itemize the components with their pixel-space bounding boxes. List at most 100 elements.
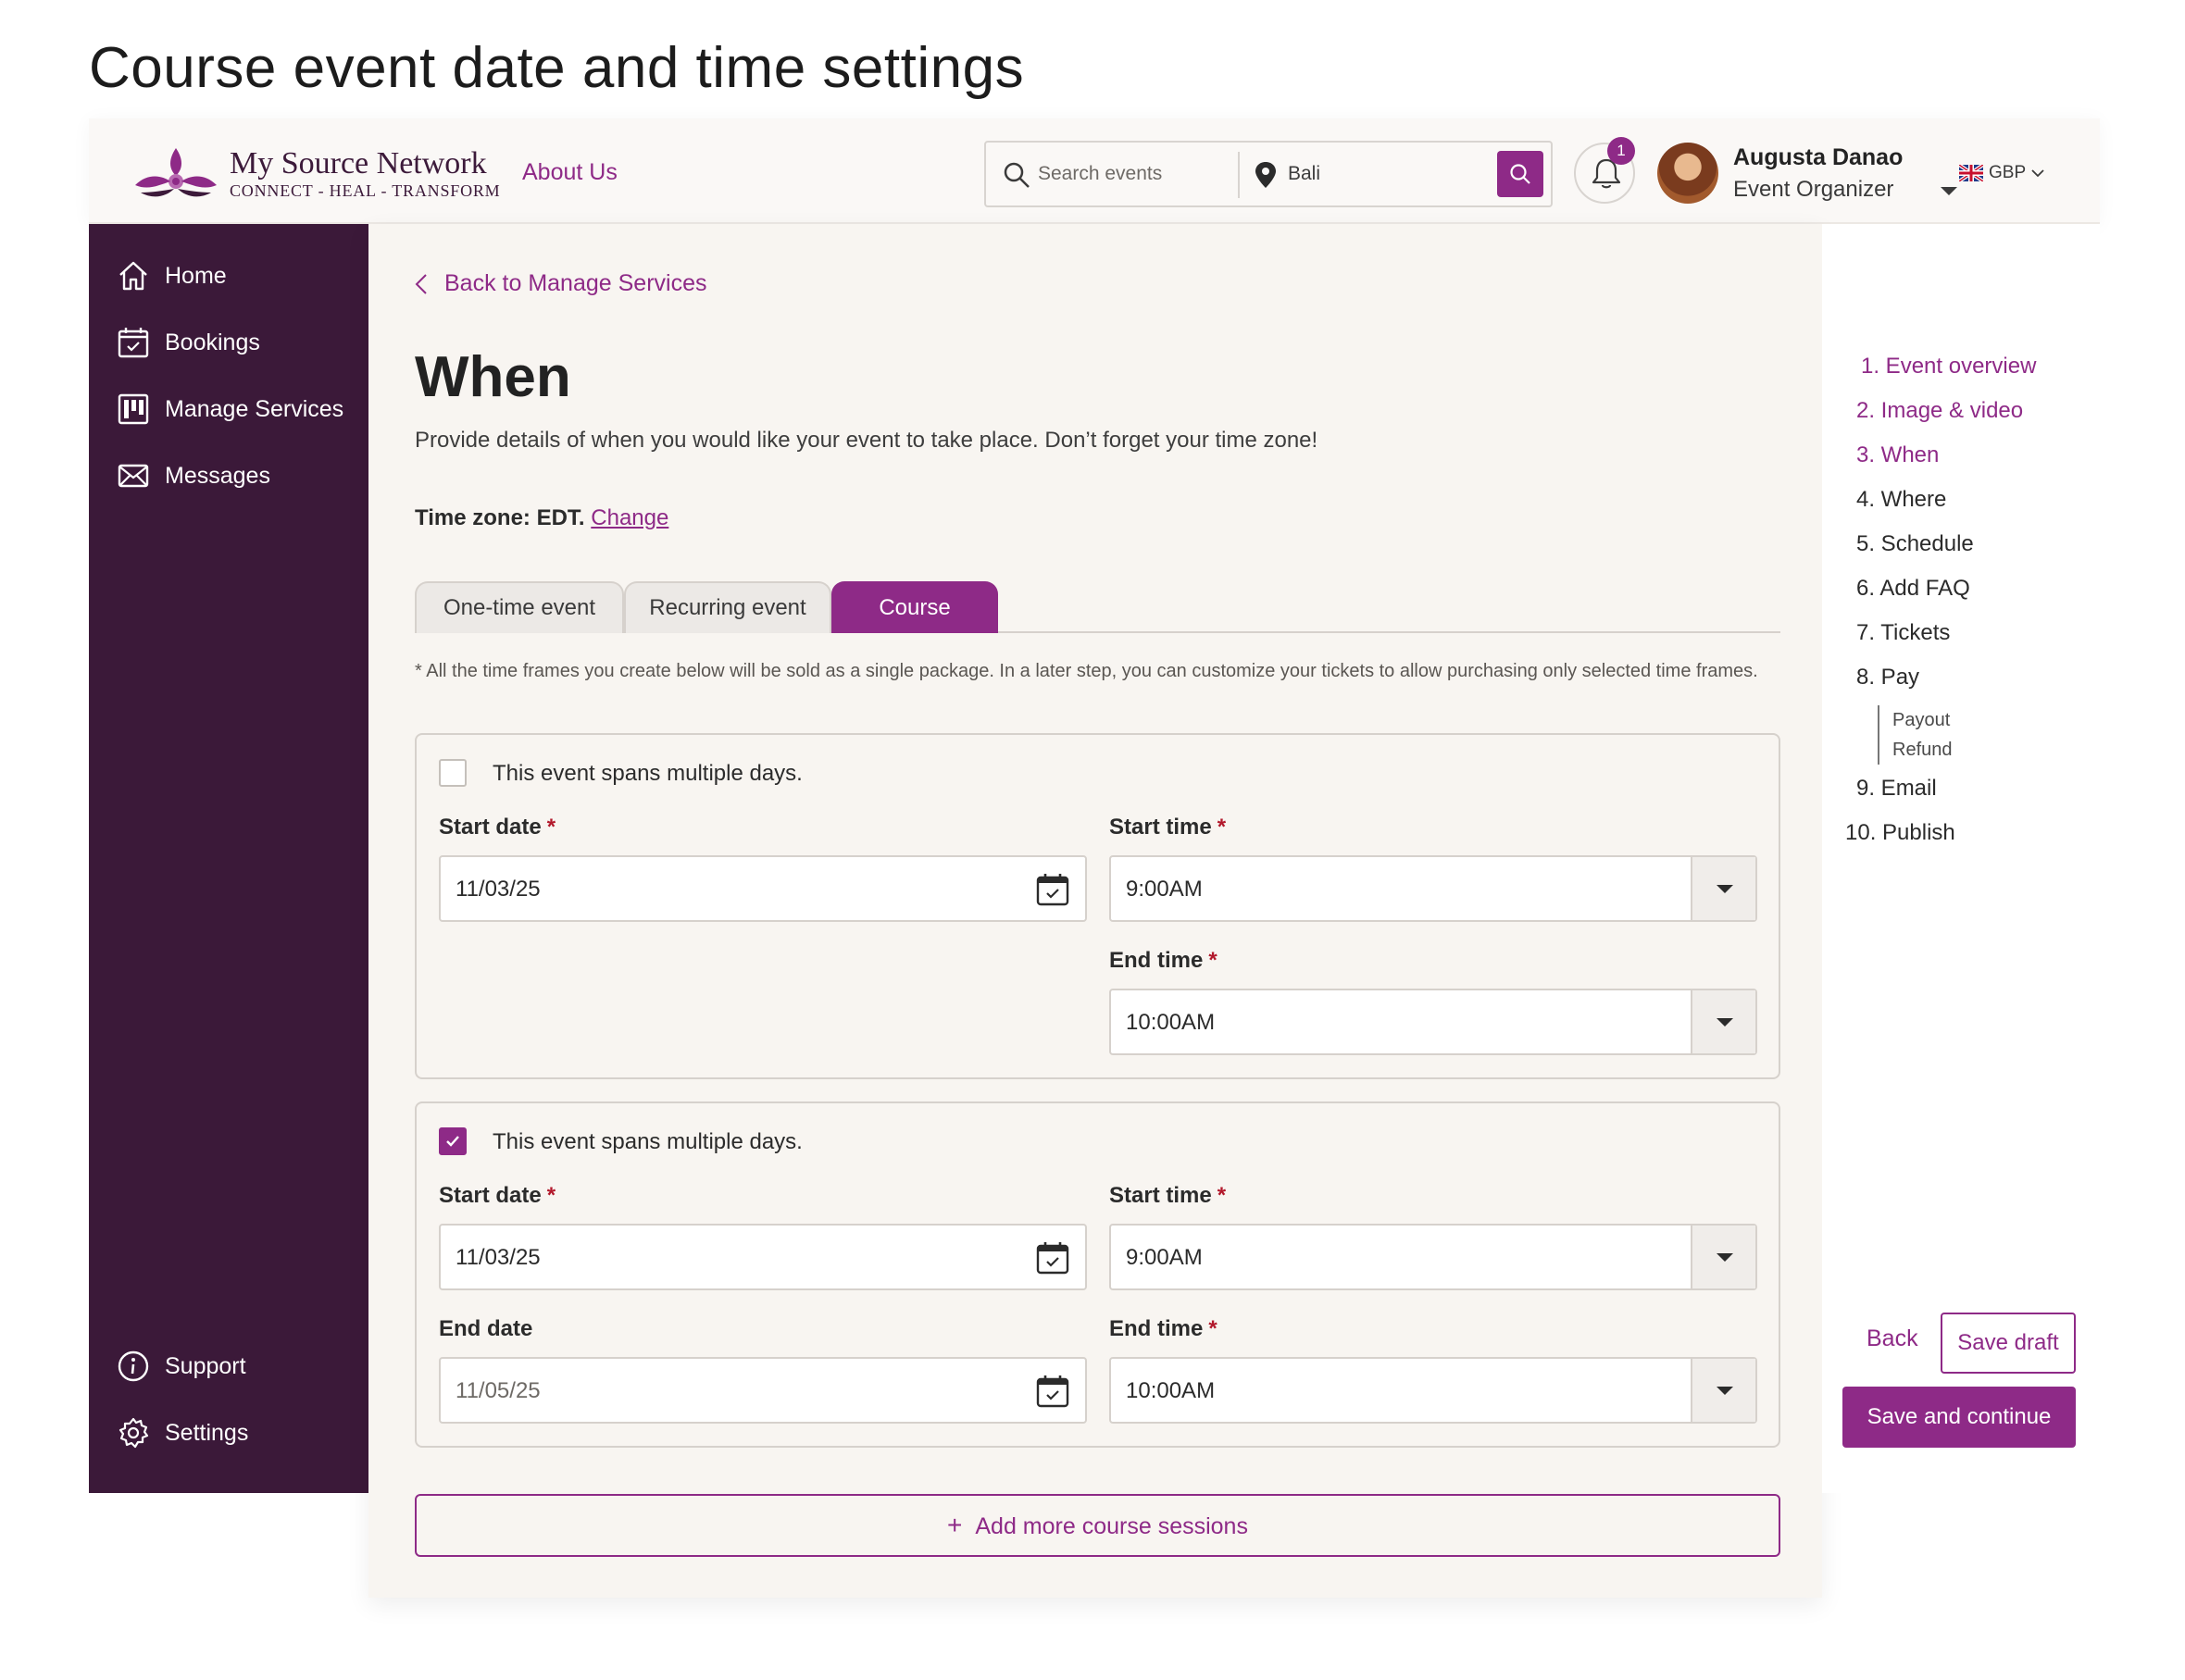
end-time-value: 10:00AM — [1126, 1378, 1216, 1403]
about-us-link[interactable]: About Us — [522, 159, 618, 186]
substep-refund[interactable]: Refund — [1892, 735, 1953, 765]
start-date-label: Start date * — [439, 1183, 556, 1208]
end-date-field[interactable]: 11/05/25 — [439, 1357, 1087, 1424]
info-icon — [118, 1350, 149, 1382]
plus-icon: + — [947, 1511, 963, 1539]
notification-badge: 1 — [1607, 137, 1635, 165]
step-pay[interactable]: 8. Pay — [1856, 665, 1919, 691]
search-icon — [1510, 164, 1530, 184]
caret-down-icon[interactable] — [1941, 187, 1957, 195]
dropdown-caret-icon[interactable] — [1691, 990, 1755, 1053]
main-content: Back to Manage Services When Provide det… — [368, 224, 1822, 1598]
step-schedule[interactable]: 5. Schedule — [1856, 531, 1974, 557]
sidebar-item-label: Bookings — [165, 329, 260, 355]
event-type-tabs: One-time event Recurring event Course — [415, 581, 1780, 633]
page-subtitle: Provide details of when you would like y… — [415, 428, 1318, 453]
avatar[interactable] — [1657, 143, 1718, 204]
page-title: When — [415, 345, 571, 409]
add-course-sessions-button[interactable]: + Add more course sessions — [415, 1494, 1780, 1557]
save-draft-button[interactable]: Save draft — [1941, 1313, 2076, 1374]
sidebar-item-label: Settings — [165, 1419, 249, 1446]
course-session-card: This event spans multiple days. Start da… — [415, 1101, 1780, 1448]
save-and-continue-button[interactable]: Save and continue — [1842, 1387, 2076, 1448]
substep-payout[interactable]: Payout — [1892, 705, 1953, 735]
back-button[interactable]: Back — [1867, 1325, 1918, 1352]
multiple-days-label: This event spans multiple days. — [493, 761, 803, 786]
start-time-label: Start time * — [1109, 1183, 1227, 1208]
start-time-label: Start time * — [1109, 815, 1227, 840]
sidebar-item-bookings[interactable]: Bookings — [117, 324, 260, 361]
sidebar-item-messages[interactable]: Messages — [117, 457, 270, 494]
multiple-days-checkbox[interactable] — [439, 1127, 467, 1155]
chevron-down-icon — [2031, 169, 2044, 178]
step-event-overview[interactable]: 1. Event overview — [1861, 354, 2036, 380]
timezone-info: Time zone: EDT. Change — [415, 505, 668, 531]
step-tickets[interactable]: 7. Tickets — [1856, 620, 1950, 646]
search-icon — [1004, 162, 1030, 188]
calendar-check-icon[interactable] — [1035, 1240, 1070, 1276]
end-time-select[interactable]: 10:00AM — [1109, 989, 1757, 1055]
end-time-select[interactable]: 10:00AM — [1109, 1357, 1757, 1424]
step-publish[interactable]: 10. Publish — [1845, 820, 1955, 846]
timezone-label: Time zone: EDT. — [415, 505, 585, 530]
user-name[interactable]: Augusta Danao — [1733, 144, 1903, 171]
user-role[interactable]: Event Organizer — [1733, 177, 1893, 203]
logo[interactable]: My Source Network CONNECT - HEAL - TRANS… — [131, 144, 501, 204]
calendar-check-icon[interactable] — [1035, 872, 1070, 907]
add-sessions-label: Add more course sessions — [975, 1513, 1248, 1539]
tab-one-time-event[interactable]: One-time event — [415, 581, 624, 633]
step-image-video[interactable]: 2. Image & video — [1856, 398, 2023, 424]
start-date-field[interactable]: 11/03/25 — [439, 1224, 1087, 1290]
uk-flag-icon — [1959, 165, 1983, 181]
lotus-logo-icon — [135, 148, 217, 197]
pay-substeps: Payout Refund — [1878, 705, 1953, 765]
sidebar: Home Bookings Manage Services Messages S… — [89, 224, 368, 1493]
calendar-icon — [118, 328, 149, 358]
start-date-value: 11/03/25 — [456, 877, 541, 902]
end-time-label: End time * — [1109, 948, 1217, 973]
logo-tagline: CONNECT - HEAL - TRANSFORM — [230, 180, 501, 200]
change-timezone-link[interactable]: Change — [591, 505, 668, 530]
multiple-days-label: This event spans multiple days. — [493, 1129, 803, 1154]
sidebar-item-label: Messages — [165, 462, 270, 489]
sidebar-item-label: Manage Services — [165, 395, 344, 422]
location-input[interactable]: Bali — [1288, 163, 1320, 185]
search-button[interactable] — [1497, 151, 1543, 197]
step-email[interactable]: 9. Email — [1856, 776, 1937, 802]
location-pin-icon — [1255, 162, 1276, 188]
start-time-select[interactable]: 9:00AM — [1109, 1224, 1757, 1290]
start-date-field[interactable]: 11/03/25 — [439, 855, 1087, 922]
sidebar-item-manage-services[interactable]: Manage Services — [117, 391, 343, 428]
back-link-label: Back to Manage Services — [444, 270, 707, 296]
calendar-check-icon[interactable] — [1035, 1374, 1070, 1409]
step-add-faq[interactable]: 6. Add FAQ — [1856, 576, 1970, 602]
start-time-select[interactable]: 9:00AM — [1109, 855, 1757, 922]
gear-icon — [119, 1417, 149, 1449]
search-input[interactable]: Search events — [1038, 163, 1162, 185]
start-time-value: 9:00AM — [1126, 877, 1203, 902]
logo-name: My Source Network — [230, 145, 487, 180]
sidebar-item-settings[interactable]: Settings — [117, 1414, 248, 1451]
dropdown-caret-icon[interactable] — [1691, 1226, 1755, 1288]
search-divider — [1238, 152, 1240, 198]
tab-recurring-event[interactable]: Recurring event — [624, 581, 831, 633]
dropdown-caret-icon[interactable] — [1691, 1359, 1755, 1422]
step-where[interactable]: 4. Where — [1856, 487, 1946, 513]
start-time-value: 9:00AM — [1126, 1245, 1203, 1270]
currency-selector[interactable]: GBP — [1959, 163, 2044, 183]
sidebar-item-support[interactable]: Support — [117, 1348, 246, 1385]
home-icon — [119, 261, 147, 291]
end-time-value: 10:00AM — [1126, 1010, 1216, 1035]
multiple-days-checkbox[interactable] — [439, 759, 467, 787]
start-date-value: 11/03/25 — [456, 1245, 541, 1270]
back-to-manage-services-link[interactable]: Back to Manage Services — [415, 270, 706, 297]
sidebar-item-home[interactable]: Home — [117, 257, 227, 294]
tab-course[interactable]: Course — [831, 581, 998, 633]
end-time-label: End time * — [1109, 1316, 1217, 1341]
checkmark-icon — [446, 1136, 459, 1147]
dropdown-caret-icon[interactable] — [1691, 857, 1755, 920]
sidebar-item-label: Support — [165, 1352, 246, 1379]
course-package-note: * All the time frames you create below w… — [415, 661, 1758, 681]
currency-label: GBP — [1989, 163, 2027, 182]
step-when[interactable]: 3. When — [1856, 442, 1939, 468]
